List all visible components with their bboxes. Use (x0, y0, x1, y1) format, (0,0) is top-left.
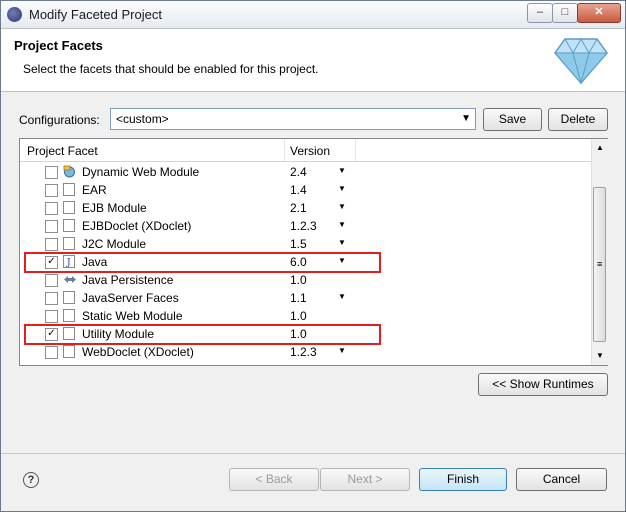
facet-name: JavaServer Faces (82, 291, 179, 305)
facet-name: Static Web Module (82, 309, 183, 323)
next-button-label: Next > (347, 472, 383, 486)
facet-checkbox[interactable] (45, 346, 58, 359)
diamond-icon (553, 37, 609, 85)
scroll-down-icon[interactable]: ▼ (596, 351, 604, 360)
facet-version[interactable]: 1.2.3 (290, 219, 317, 233)
facet-name: Java Persistence (82, 273, 174, 287)
facet-version[interactable]: 1.2.3 (290, 345, 317, 359)
highlight-java (24, 252, 381, 273)
version-dropdown-icon[interactable]: ▼ (338, 166, 346, 175)
column-divider[interactable] (284, 139, 285, 161)
facet-name: WebDoclet (XDoclet) (82, 345, 194, 359)
document-icon (63, 345, 75, 358)
table-row[interactable]: Dynamic Web Module 2.4 ▼ (20, 163, 591, 181)
show-runtimes-button[interactable]: << Show Runtimes (478, 373, 608, 396)
facet-name: Dynamic Web Module (82, 165, 200, 179)
persistence-icon (63, 273, 76, 286)
globe-icon (63, 165, 75, 178)
facet-checkbox[interactable] (45, 220, 58, 233)
table-row[interactable]: JavaServer Faces 1.1 ▼ (20, 289, 591, 307)
table-row[interactable]: J2C Module 1.5 ▼ (20, 235, 591, 253)
facet-version[interactable]: 1.1 (290, 291, 307, 305)
table-row[interactable]: Java Persistence 1.0 (20, 271, 591, 289)
show-runtimes-label: << Show Runtimes (492, 377, 594, 391)
column-header-facet[interactable]: Project Facet (27, 144, 98, 158)
title-bar: Modify Faceted Project – □ ✕ (1, 1, 625, 29)
document-icon (63, 183, 75, 196)
version-dropdown-icon[interactable]: ▼ (338, 184, 346, 193)
configurations-combo[interactable]: <custom> ▼ (110, 108, 476, 130)
window-title: Modify Faceted Project (29, 7, 162, 22)
facet-version[interactable]: 1.0 (290, 309, 307, 323)
table-row[interactable]: WebDoclet (XDoclet) 1.2.3 ▼ (20, 343, 591, 361)
version-dropdown-icon[interactable]: ▼ (338, 292, 346, 301)
document-icon (63, 309, 75, 322)
facet-checkbox[interactable] (45, 292, 58, 305)
save-button-label: Save (498, 112, 527, 126)
facet-checkbox[interactable] (45, 184, 58, 197)
facet-version[interactable]: 2.4 (290, 165, 307, 179)
facet-name: EJB Module (82, 201, 147, 215)
close-button[interactable]: ✕ (577, 3, 621, 23)
facet-name: EJBDoclet (XDoclet) (82, 219, 192, 233)
facets-table: Project Facet Version Dynamic Web Module… (19, 138, 608, 366)
version-dropdown-icon[interactable]: ▼ (338, 238, 346, 247)
table-row[interactable]: Static Web Module 1.0 (20, 307, 591, 325)
page-title: Project Facets (14, 38, 103, 53)
finish-button-label: Finish (446, 472, 479, 486)
highlight-utility-module (24, 324, 381, 345)
delete-button-label: Delete (560, 112, 596, 126)
grip-icon: ≡ (597, 259, 603, 269)
version-dropdown-icon[interactable]: ▼ (338, 346, 346, 355)
scroll-thumb[interactable]: ≡ (593, 187, 606, 342)
facet-name: J2C Module (82, 237, 147, 251)
configurations-value: <custom> (116, 112, 169, 126)
minimize-button[interactable]: – (527, 3, 553, 23)
document-icon (63, 219, 75, 232)
scroll-up-icon[interactable]: ▲ (596, 143, 604, 152)
separator (1, 453, 625, 454)
chevron-down-icon: ▼ (461, 113, 471, 124)
vertical-scrollbar[interactable]: ▲ ≡ ▼ (591, 139, 608, 365)
facet-checkbox[interactable] (45, 166, 58, 179)
cancel-button[interactable]: Cancel (516, 468, 607, 491)
column-divider[interactable] (355, 139, 356, 161)
facet-checkbox[interactable] (45, 238, 58, 251)
maximize-button[interactable]: □ (552, 3, 578, 23)
facet-checkbox[interactable] (45, 310, 58, 323)
save-button[interactable]: Save (483, 108, 542, 131)
table-row[interactable]: EAR 1.4 ▼ (20, 181, 591, 199)
dialog-window: Modify Faceted Project – □ ✕ Project Fac… (0, 0, 626, 512)
version-dropdown-icon[interactable]: ▼ (338, 202, 346, 211)
facet-version[interactable]: 1.0 (290, 273, 307, 287)
document-icon (63, 291, 75, 304)
facet-version[interactable]: 1.4 (290, 183, 307, 197)
delete-button[interactable]: Delete (548, 108, 608, 131)
next-button[interactable]: Next > (320, 468, 410, 491)
facet-version[interactable]: 1.5 (290, 237, 307, 251)
column-header-version[interactable]: Version (290, 144, 330, 158)
eclipse-icon (7, 7, 22, 22)
wizard-header: Project Facets Select the facets that sh… (1, 29, 625, 92)
facet-version[interactable]: 2.1 (290, 201, 307, 215)
facet-name: EAR (82, 183, 107, 197)
document-icon (63, 237, 75, 250)
back-button-label: < Back (255, 472, 293, 486)
back-button[interactable]: < Back (229, 468, 319, 491)
table-row[interactable]: EJB Module 2.1 ▼ (20, 199, 591, 217)
finish-button[interactable]: Finish (419, 468, 507, 491)
page-description: Select the facets that should be enabled… (23, 62, 319, 76)
facet-checkbox[interactable] (45, 202, 58, 215)
help-icon[interactable]: ? (23, 472, 39, 488)
facet-checkbox[interactable] (45, 274, 58, 287)
table-row[interactable]: EJBDoclet (XDoclet) 1.2.3 ▼ (20, 217, 591, 235)
configurations-label: Configurations: (19, 113, 100, 127)
cancel-button-label: Cancel (542, 472, 581, 486)
document-icon (63, 201, 75, 214)
table-header: Project Facet Version (20, 139, 591, 162)
version-dropdown-icon[interactable]: ▼ (338, 220, 346, 229)
